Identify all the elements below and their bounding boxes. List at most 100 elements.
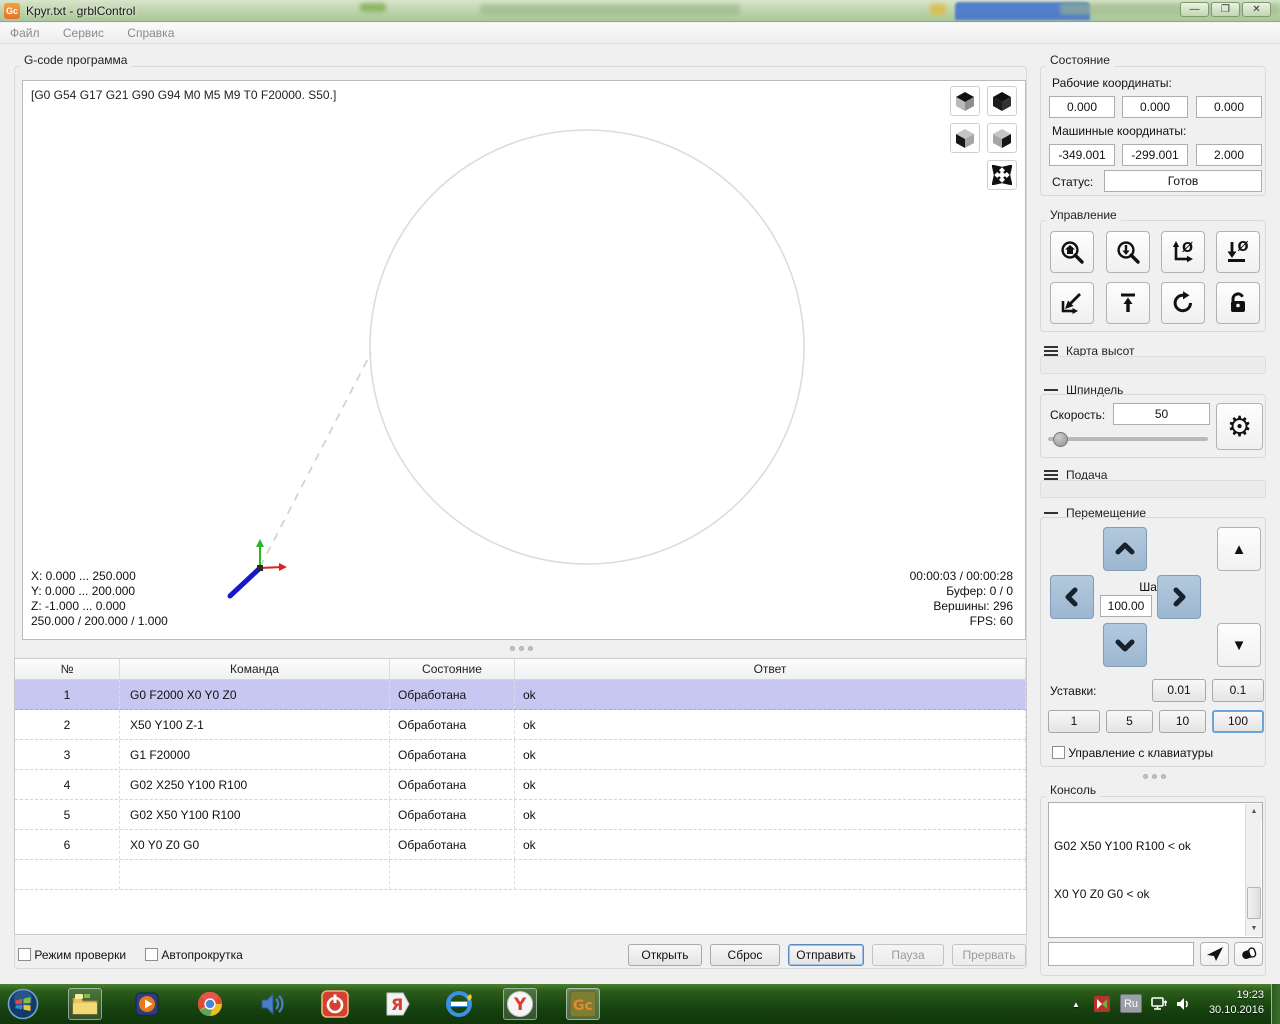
triangle-down-icon: ▼ (1231, 636, 1247, 654)
reset-button[interactable]: Сброс (710, 944, 780, 966)
scroll-thumb[interactable] (1247, 887, 1261, 919)
taskbar-media-player-button[interactable] (131, 988, 165, 1020)
preset-0.1-button[interactable]: 0.1 (1212, 679, 1264, 702)
hamburger-icon (1044, 470, 1058, 480)
spindle-slider-thumb[interactable] (1053, 432, 1068, 447)
unlock-button[interactable] (1216, 282, 1260, 324)
preset-100-button[interactable]: 100 (1212, 710, 1264, 733)
console-send-button[interactable] (1200, 942, 1229, 966)
speaker-white-icon (1177, 998, 1188, 1010)
preset-5-button[interactable]: 5 (1106, 710, 1153, 733)
zero-z-button[interactable]: Ø (1216, 231, 1260, 273)
gcode-visualizer[interactable]: [G0 G54 G17 G21 G90 G94 M0 M5 M9 T0 F200… (22, 80, 1026, 640)
taskbar-ie-button[interactable] (442, 988, 476, 1020)
table-row[interactable]: 2 X50 Y100 Z-1 Обработана ok (15, 710, 1026, 740)
taskbar-explorer-button[interactable] (68, 988, 102, 1020)
table-row[interactable]: 5 G02 X50 Y100 R100 Обработана ok (15, 800, 1026, 830)
jog-z-plus-button[interactable]: ▲ (1217, 527, 1261, 571)
keyboard-control-checkbox[interactable]: Управление с клавиатуры (1052, 746, 1213, 760)
tray-volume-icon[interactable] (1172, 988, 1196, 1020)
scroll-up-arrow[interactable]: ▲ (1246, 804, 1262, 819)
view-front-button[interactable] (950, 123, 980, 153)
cube-side-icon (993, 129, 1011, 148)
zero-xy-icon: Ø (1172, 241, 1193, 263)
taskbar-chrome-button[interactable] (193, 988, 227, 1020)
zero-xy-button[interactable]: Ø (1161, 231, 1205, 273)
checkbox-box[interactable] (145, 948, 158, 961)
console-output[interactable]: G02 X50 Y100 R100 < ok X0 Y0 Z0 G0 < ok … (1048, 802, 1263, 938)
work-x-field[interactable]: 0.000 (1049, 96, 1115, 118)
fit-view-button[interactable] (987, 160, 1017, 190)
tray-language-indicator[interactable]: Ru (1120, 994, 1142, 1013)
panel-splitter-handle[interactable] (1143, 774, 1166, 779)
console-input[interactable] (1048, 942, 1194, 966)
restore-origin-button[interactable] (1050, 282, 1094, 324)
cell-command: G02 X50 Y100 R100 (120, 800, 390, 829)
search-home-button[interactable] (1050, 231, 1094, 273)
jog-x-minus-button[interactable] (1050, 575, 1094, 619)
restore-button[interactable]: ❐ (1211, 2, 1240, 17)
preset-1-button[interactable]: 1 (1048, 710, 1100, 733)
reset-grbl-button[interactable] (1161, 282, 1205, 324)
start-button[interactable] (6, 988, 40, 1020)
table-row[interactable]: 6 X0 Y0 Z0 G0 Обработана ok (15, 830, 1026, 860)
work-y-field[interactable]: 0.000 (1122, 96, 1188, 118)
spindle-slider-track[interactable] (1048, 437, 1208, 441)
spindle-toggle-button[interactable]: ⚙ (1216, 403, 1263, 450)
menu-service[interactable]: Сервис (53, 23, 114, 43)
checkbox-box[interactable] (18, 948, 31, 961)
step-field[interactable]: 100.00 (1100, 595, 1152, 617)
console-clear-button[interactable] (1234, 942, 1263, 966)
table-row[interactable]: 4 G02 X250 Y100 R100 Обработана ok (15, 770, 1026, 800)
jog-z-minus-button[interactable]: ▼ (1217, 623, 1261, 667)
taskbar-grblcontrol-button[interactable]: Gc (566, 988, 600, 1020)
show-desktop-button[interactable] (1271, 984, 1280, 1024)
cell-number: 6 (15, 830, 120, 859)
scroll-down-arrow[interactable]: ▼ (1246, 921, 1262, 936)
menu-help[interactable]: Справка (117, 23, 184, 43)
machine-y-field[interactable]: -299.001 (1122, 144, 1188, 166)
close-button[interactable]: ✕ (1242, 2, 1271, 17)
open-button[interactable]: Открыть (628, 944, 702, 966)
svg-text:Gc: Gc (573, 998, 593, 1014)
tray-network-icon[interactable] (1146, 988, 1172, 1020)
work-z-field[interactable]: 0.000 (1196, 96, 1262, 118)
autoscroll-checkbox[interactable]: Автопрокрутка (145, 948, 243, 962)
machine-z-field[interactable]: 2.000 (1196, 144, 1262, 166)
view-side-button[interactable] (987, 123, 1017, 153)
send-button[interactable]: Отправить (788, 944, 864, 966)
minimize-button[interactable]: — (1180, 2, 1209, 17)
taskbar-yandex-browser-button[interactable]: Y (503, 988, 537, 1020)
console-scrollbar[interactable]: ▲ ▼ (1245, 804, 1262, 936)
tray-expand-icon[interactable]: ▲ (1072, 1000, 1080, 1009)
expand-arrows-icon (992, 165, 1012, 185)
splitter-handle[interactable] (510, 646, 533, 651)
command-table[interactable]: № Команда Состояние Ответ 1 G0 F2000 X0 … (14, 658, 1027, 935)
view-top-button[interactable] (950, 86, 980, 116)
menu-file[interactable]: Файл (0, 23, 50, 43)
tray-clock[interactable]: 19:23 30.10.2016 (1198, 988, 1264, 1018)
speaker-blue-icon (261, 992, 284, 1016)
tray-kaspersky-icon[interactable] (1090, 988, 1114, 1020)
table-row[interactable]: 3 G1 F20000 Обработана ok (15, 740, 1026, 770)
search-probe-button[interactable] (1106, 231, 1150, 273)
machine-x-field[interactable]: -349.001 (1049, 144, 1115, 166)
yandex-browser-icon: Y (507, 991, 533, 1017)
safe-position-button[interactable] (1106, 282, 1150, 324)
spindle-speed-field[interactable]: 50 (1113, 403, 1210, 425)
checkbox-box[interactable] (1052, 746, 1065, 759)
taskbar-yandex-button[interactable]: Я (380, 988, 414, 1020)
jog-y-minus-button[interactable] (1103, 623, 1147, 667)
jog-y-plus-button[interactable] (1103, 527, 1147, 571)
taskbar-power-app-button[interactable] (318, 988, 352, 1020)
check-mode-checkbox[interactable]: Режим проверки (18, 948, 126, 962)
table-row[interactable]: 1 G0 F2000 X0 Y0 Z0 Обработана ok (15, 680, 1026, 710)
jog-x-plus-button[interactable] (1157, 575, 1201, 619)
preset-10-button[interactable]: 10 (1159, 710, 1206, 733)
render-stats: 00:00:03 / 00:00:28 Буфер: 0 / 0 Вершины… (909, 569, 1013, 628)
preset-0.01-button[interactable]: 0.01 (1152, 679, 1206, 702)
cell-response: ok (515, 710, 1026, 739)
svg-text:Ø: Ø (1182, 241, 1193, 256)
taskbar-volume-app-button[interactable] (256, 988, 290, 1020)
view-isometric-button[interactable] (987, 86, 1017, 116)
